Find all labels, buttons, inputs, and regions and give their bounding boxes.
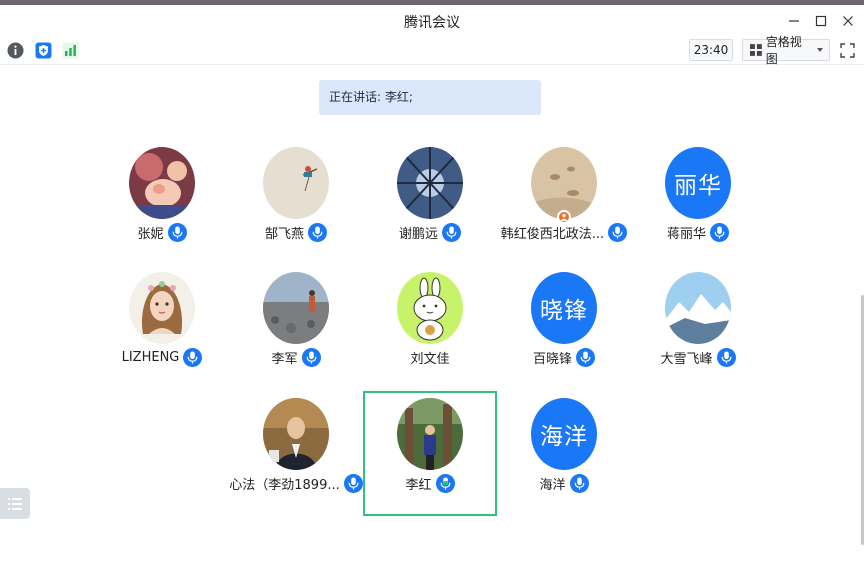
close-button[interactable] [838, 11, 858, 31]
avatar [129, 272, 195, 344]
participant-tile[interactable]: 海洋 海洋 [497, 386, 631, 510]
avatar: 丽华 [665, 147, 731, 219]
participant-name: 大雪飞峰 [660, 352, 713, 367]
current-speaker-banner: 正在讲话: 李红; [319, 80, 541, 115]
chevron-down-icon [817, 48, 823, 52]
participant-name: 刘文佳 [410, 352, 450, 367]
info-icon [7, 42, 24, 59]
participant-name: 李红 [405, 478, 432, 493]
participant-tile[interactable]: 丽华 蒋丽华 [631, 135, 765, 259]
meeting-info-button[interactable] [6, 41, 25, 60]
avatar [129, 147, 195, 219]
microphone-on-icon[interactable] [301, 348, 321, 367]
close-icon [843, 16, 853, 26]
security-button[interactable] [34, 41, 53, 60]
participant-name-row: 海洋 [457, 474, 671, 493]
minimize-button[interactable] [784, 11, 804, 31]
avatar [531, 147, 597, 219]
avatar [263, 272, 329, 344]
participant-name: 韩红俊西北政法... [500, 227, 605, 242]
avatar [263, 147, 329, 219]
participant-name-row: 蒋丽华 [591, 223, 805, 242]
participant-name: 蒋丽华 [666, 227, 706, 242]
title-bar: 腾讯会议 [0, 5, 864, 37]
participant-name: 百晓锋 [532, 352, 572, 367]
signal-bars-icon [62, 42, 79, 59]
network-signal-indicator[interactable] [61, 41, 80, 60]
meeting-timer: 23:40 [689, 39, 733, 61]
participant-name: 李军 [271, 352, 298, 367]
shield-icon [35, 42, 52, 59]
list-icon [8, 497, 22, 510]
microphone-on-icon[interactable] [569, 474, 589, 493]
window-title: 腾讯会议 [404, 15, 460, 31]
view-mode-dropdown[interactable]: 宫格视图 [742, 35, 830, 66]
maximize-button[interactable] [811, 11, 831, 31]
participant-name: LIZHENG [121, 350, 180, 365]
microphone-on-icon[interactable] [167, 223, 187, 242]
participant-name: 谢鹏远 [398, 227, 438, 242]
participant-tile[interactable]: 大雪飞峰 [631, 260, 765, 384]
participant-name-row: 大雪飞峰 [591, 348, 805, 367]
avatar [397, 398, 463, 470]
participant-name: 海洋 [539, 478, 566, 493]
meeting-toolbar: 23:40 宫格视图 [0, 35, 864, 66]
avatar [397, 147, 463, 219]
avatar [397, 272, 463, 344]
participant-name: 张妮 [137, 227, 164, 242]
view-mode-label: 宫格视图 [765, 35, 802, 66]
grid-view-icon [750, 44, 762, 56]
avatar [263, 398, 329, 470]
avatar [665, 272, 731, 344]
microphone-on-icon[interactable] [710, 223, 729, 242]
fullscreen-button[interactable] [838, 41, 857, 60]
fullscreen-icon [840, 43, 855, 58]
microphone-on-icon[interactable] [716, 348, 736, 367]
avatar: 海洋 [531, 398, 597, 470]
host-badge-icon [557, 210, 571, 224]
microphone-speaking-icon[interactable] [435, 474, 455, 493]
participant-name: 郜飞燕 [264, 227, 304, 242]
maximize-icon [815, 15, 827, 27]
meeting-window: 腾讯会议 23:40 宫格视图 正在讲话: 李红; 张妮 郜飞燕 谢鹏远 韩红俊… [0, 0, 864, 581]
avatar: 晓锋 [531, 272, 597, 344]
member-list-toggle-button[interactable] [0, 488, 30, 519]
minimize-icon [789, 20, 799, 22]
